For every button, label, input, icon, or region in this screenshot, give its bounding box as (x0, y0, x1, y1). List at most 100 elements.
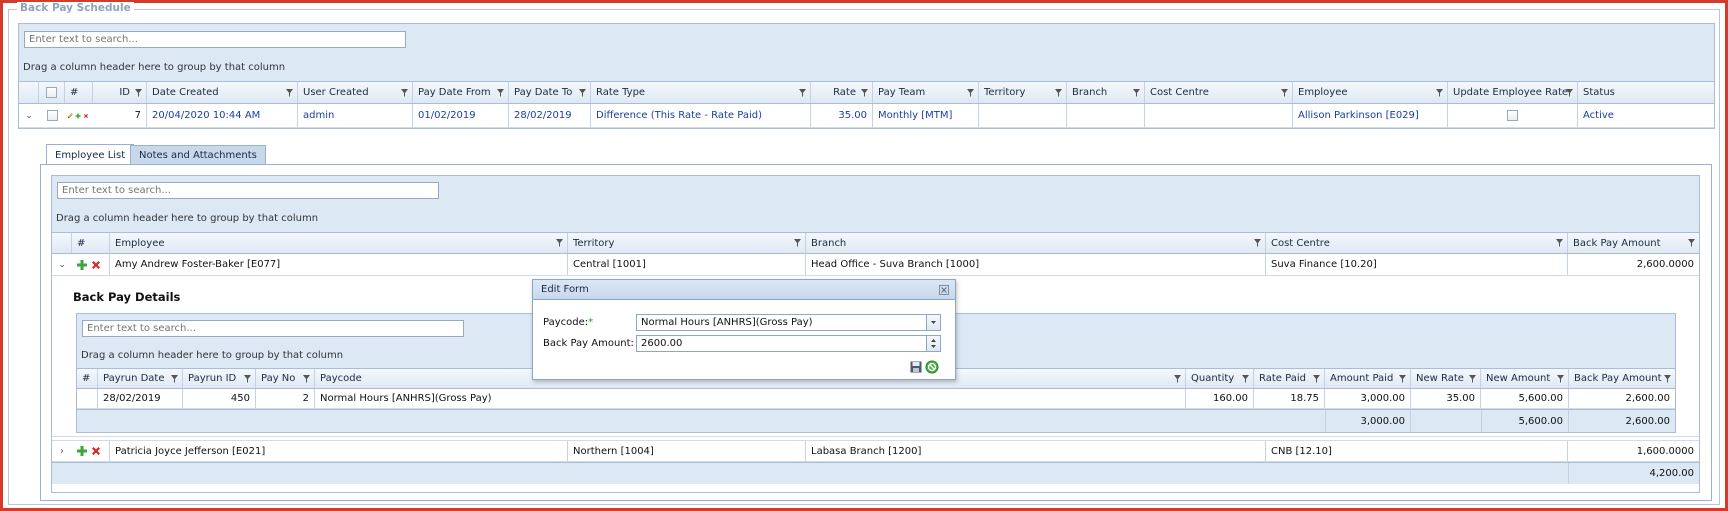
filter-icon (286, 88, 293, 97)
col-header-branch[interactable]: Branch (806, 233, 1266, 253)
cell-territory (979, 104, 1067, 127)
employee-group-panel[interactable]: Drag a column header here to group by th… (56, 213, 318, 224)
col-header-employee[interactable]: Employee (1293, 82, 1448, 103)
col-header-pay-team[interactable]: Pay Team (873, 82, 979, 103)
update-employee-rate-checkbox[interactable] (1507, 110, 1518, 121)
main-search-input[interactable] (24, 31, 406, 48)
filter-icon (303, 374, 310, 383)
filter-icon (1436, 88, 1443, 97)
filter-icon (1469, 374, 1476, 383)
cell-payrun-date: 28/02/2019 (98, 389, 183, 408)
cell-payrun-id: 450 (183, 389, 256, 408)
row-actions (72, 254, 110, 275)
paycode-label: Paycode:* (543, 317, 594, 328)
cell-cost-centre: Suva Finance [10.20] (1266, 254, 1568, 275)
col-header-num[interactable]: # (72, 233, 110, 253)
col-header-back-pay-amount[interactable]: Back Pay Amount (1569, 369, 1675, 388)
col-header-amount-paid[interactable]: Amount Paid (1325, 369, 1411, 388)
col-header-branch[interactable]: Branch (1067, 82, 1145, 103)
cancel-icon[interactable] (925, 360, 939, 374)
filter-icon (794, 239, 801, 247)
col-header-quantity[interactable]: Quantity (1186, 369, 1254, 388)
row-checkbox[interactable] (39, 104, 65, 127)
filter-icon (171, 374, 178, 383)
employee-search-input[interactable] (57, 182, 439, 199)
details-group-panel[interactable]: Drag a column header here to group by th… (81, 350, 343, 361)
cell-user-created: admin (298, 104, 413, 127)
col-header-back-pay-amount[interactable]: Back Pay Amount (1568, 233, 1699, 253)
col-header-rate-paid[interactable]: Rate Paid (1254, 369, 1325, 388)
cell-pay-date-to: 28/02/2019 (509, 104, 591, 127)
cell-branch: Head Office - Suva Branch [1000] (806, 254, 1266, 275)
col-header-pay-date-from[interactable]: Pay Date From (413, 82, 509, 103)
col-header-territory[interactable]: Territory (568, 233, 806, 253)
cell-cost-centre: CNB [12.10] (1266, 441, 1568, 461)
cell-date-created: 20/04/2020 10:44 AM (147, 104, 298, 127)
delete-icon[interactable] (83, 110, 89, 122)
filter-icon (1055, 88, 1062, 97)
cell-status: Active (1583, 110, 1614, 121)
add-icon[interactable] (75, 110, 81, 122)
table-row[interactable]: ⌄ Amy Andrew Foster-Baker [E077] Central… (52, 254, 1699, 276)
edit-form-header[interactable]: Edit Form (533, 280, 955, 300)
filter-icon (1399, 374, 1406, 383)
cell-employee: Amy Andrew Foster-Baker [E077] (110, 254, 568, 275)
total-amount-paid: 3,000.00 (1325, 410, 1411, 432)
paycode-select[interactable]: Normal Hours [ANHRS](Gross Pay) (636, 314, 941, 331)
details-search-input[interactable] (82, 320, 464, 337)
col-header-user-created[interactable]: User Created (298, 82, 413, 103)
cell-new-amount: 5,600.00 (1481, 389, 1569, 408)
col-header-new-amount[interactable]: New Amount (1481, 369, 1569, 388)
col-header-territory[interactable]: Territory (979, 82, 1067, 103)
delete-icon[interactable] (90, 445, 102, 457)
add-icon[interactable] (76, 445, 88, 457)
col-header-pay-no[interactable]: Pay No (256, 369, 315, 388)
tab-employee-list[interactable]: Employee List (46, 144, 135, 165)
delete-icon[interactable] (90, 259, 102, 271)
collapse-chevron-icon[interactable]: ⌄ (19, 104, 39, 127)
col-header-num[interactable]: # (77, 369, 98, 388)
cell-branch (1067, 104, 1145, 127)
col-header-employee[interactable]: Employee (110, 233, 568, 253)
col-header-update-employee-rate[interactable]: Update Employee Rate (1448, 82, 1578, 103)
close-icon[interactable] (939, 285, 949, 295)
edit-form-title: Edit Form (541, 284, 589, 295)
add-icon[interactable] (76, 259, 88, 271)
col-header-status[interactable]: Status (1578, 82, 1714, 103)
col-header-payrun-id[interactable]: Payrun ID (183, 369, 256, 388)
filter-icon (401, 88, 408, 97)
cell-territory: Northern [1004] (568, 441, 806, 461)
save-icon[interactable] (910, 361, 922, 373)
back-pay-amount-input[interactable]: 2600.00 (636, 335, 941, 352)
col-header-pay-date-to[interactable]: Pay Date To (509, 82, 591, 103)
edit-pencil-icon[interactable] (67, 110, 73, 122)
cell-cost-centre (1145, 104, 1293, 127)
filter-icon (244, 374, 251, 383)
select-all-checkbox[interactable] (39, 82, 65, 103)
table-row[interactable]: › Patricia Joyce Jefferson [E021] Northe… (52, 440, 1699, 462)
filter-icon (1313, 374, 1320, 383)
col-header-num[interactable]: # (65, 82, 93, 103)
col-header-rate[interactable]: Rate (811, 82, 873, 103)
expand-chevron-icon[interactable]: › (52, 441, 72, 461)
chevron-down-icon[interactable] (926, 315, 940, 330)
col-header-date-created[interactable]: Date Created (147, 82, 298, 103)
employee-grid-header: # Employee Territory Branch Cost Centre … (52, 232, 1699, 254)
collapse-chevron-icon[interactable]: ⌄ (52, 254, 72, 275)
details-title: Back Pay Details (73, 290, 181, 304)
table-row[interactable]: 28/02/2019 450 2 Normal Hours [ANHRS](Gr… (77, 389, 1675, 409)
col-header-payrun-date[interactable]: Payrun Date (98, 369, 183, 388)
filter-icon (579, 88, 586, 97)
edit-form-popup: Edit Form Paycode:* Normal Hours [ANHRS]… (532, 279, 956, 380)
cell-update-employee-rate[interactable] (1448, 104, 1578, 127)
main-group-panel[interactable]: Drag a column header here to group by th… (23, 62, 285, 73)
col-header-cost-centre[interactable]: Cost Centre (1145, 82, 1293, 103)
col-header-rate-type[interactable]: Rate Type (591, 82, 811, 103)
spin-button-icon[interactable] (926, 336, 940, 351)
tab-notes-and-attachments[interactable]: Notes and Attachments (130, 145, 266, 164)
col-header-id[interactable]: ID (93, 82, 147, 103)
main-grid-row[interactable]: ⌄ 7 20/04/2020 10:44 AM admin 01/02/2019… (19, 104, 1714, 128)
col-header-new-rate[interactable]: New Rate (1411, 369, 1481, 388)
cell-new-rate: 35.00 (1411, 389, 1481, 408)
col-header-cost-centre[interactable]: Cost Centre (1266, 233, 1568, 253)
